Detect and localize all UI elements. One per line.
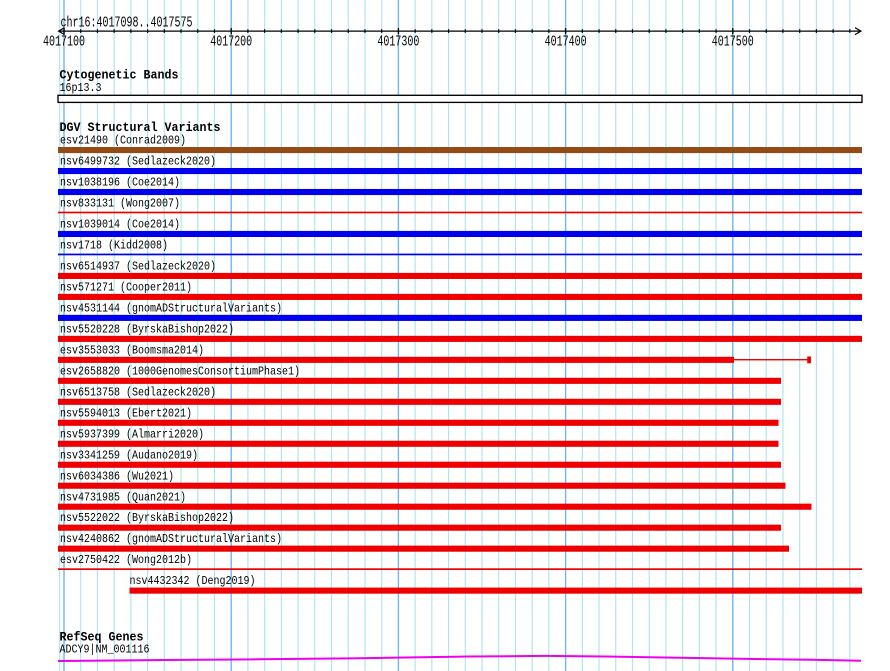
svg-text:4017400: 4017400 [545,34,587,50]
svg-text:nsv4432342 (Deng2019): nsv4432342 (Deng2019) [130,574,256,588]
svg-text:esv2750422 (Wong2012b): esv2750422 (Wong2012b) [60,553,192,567]
svg-text:4017300: 4017300 [377,34,419,50]
svg-text:nsv1039014 (Coe2014): nsv1039014 (Coe2014) [60,218,180,232]
svg-text:nsv5594013 (Ebert2021): nsv5594013 (Ebert2021) [60,406,192,420]
svg-text:esv2658820 (1000GenomesConsort: esv2658820 (1000GenomesConsortiumPhase1) [60,364,300,378]
svg-text:4017200: 4017200 [210,34,252,50]
svg-text:4017100: 4017100 [43,34,85,50]
svg-text:nsv4240862 (gnomADStructuralVa: nsv4240862 (gnomADStructuralVariants) [60,532,282,546]
svg-text:nsv4531144 (gnomADStructuralVa: nsv4531144 (gnomADStructuralVariants) [60,301,282,315]
svg-text:esv3553033 (Boomsma2014): esv3553033 (Boomsma2014) [60,343,204,357]
svg-text:nsv6034386 (Wu2021): nsv6034386 (Wu2021) [60,469,174,483]
svg-text:4017500: 4017500 [712,34,754,50]
svg-text:nsv6514937 (Sedlazeck2020): nsv6514937 (Sedlazeck2020) [60,259,216,273]
svg-text:nsv5522022 (ByrskaBishop2022): nsv5522022 (ByrskaBishop2022) [60,511,234,525]
svg-text:nsv1718 (Kidd2008): nsv1718 (Kidd2008) [60,239,168,253]
svg-text:nsv5937399 (Almarri2020): nsv5937399 (Almarri2020) [60,427,204,441]
svg-text:nsv6499732 (Sedlazeck2020): nsv6499732 (Sedlazeck2020) [60,155,216,169]
svg-text:ADCY9|NM_001116: ADCY9|NM_001116 [60,643,150,657]
svg-text:nsv571271 (Cooper2011): nsv571271 (Cooper2011) [60,280,192,294]
svg-text:nsv1038196 (Coe2014): nsv1038196 (Coe2014) [60,176,180,190]
svg-text:nsv4731985 (Quan2021): nsv4731985 (Quan2021) [60,490,186,504]
svg-text:esv21490 (Conrad2009): esv21490 (Conrad2009) [60,134,186,148]
svg-text:nsv5520228 (ByrskaBishop2022): nsv5520228 (ByrskaBishop2022) [60,322,234,336]
svg-text:nsv6513758 (Sedlazeck2020): nsv6513758 (Sedlazeck2020) [60,385,216,399]
svg-text:nsv3341259 (Audano2019): nsv3341259 (Audano2019) [60,448,198,462]
svg-text:16p13.3: 16p13.3 [60,81,102,95]
svg-text:nsv833131 (Wong2007): nsv833131 (Wong2007) [60,197,180,211]
